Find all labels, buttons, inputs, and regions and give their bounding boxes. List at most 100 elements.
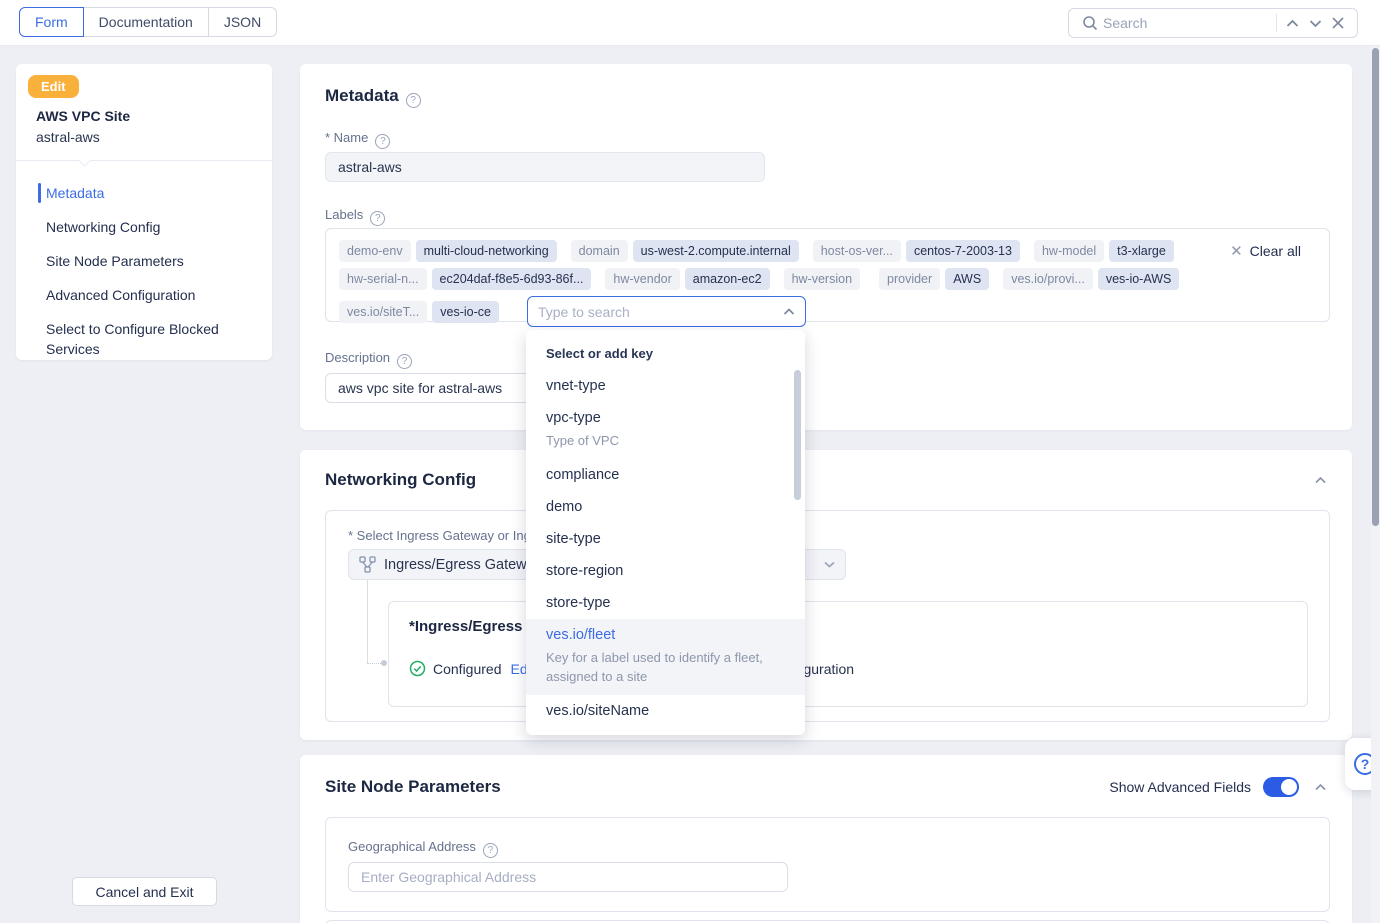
collapse-chevron-icon[interactable] [1311, 468, 1330, 491]
page-scrollbar [1371, 46, 1380, 923]
metadata-section: Metadata? * Name? Labels? demo-envmulti-… [300, 64, 1352, 430]
label-value-chip[interactable]: ves-io-ce [432, 301, 499, 323]
tab-json[interactable]: JSON [208, 7, 277, 37]
search-input[interactable] [1103, 15, 1272, 31]
label-value-chip[interactable]: AWS [945, 268, 989, 290]
name-label: * Name [325, 130, 368, 145]
connector-dot [381, 660, 387, 666]
label-key-chip[interactable]: provider [879, 268, 940, 290]
dropdown-item-vnet-type[interactable]: vnet-type [526, 370, 805, 402]
object-type-title: AWS VPC Site [36, 108, 130, 124]
name-help-icon[interactable]: ? [375, 134, 390, 149]
label-key-chip[interactable]: hw-model [1034, 240, 1104, 262]
top-bar: FormDocumentationJSON [0, 0, 1380, 46]
label-key-dropdown: Select or add key vnet-typevpc-typeType … [526, 330, 805, 735]
label-key-chip[interactable]: host-os-ver... [813, 240, 901, 262]
sidebar-item-networking-config[interactable]: Networking Config [16, 210, 272, 244]
edit-badge: Edit [28, 75, 79, 98]
label-search-input[interactable] [538, 304, 783, 320]
networking-heading: Networking Config [325, 470, 476, 490]
object-name: astral-aws [36, 129, 100, 145]
label-key-chip[interactable]: ves.io/siteT... [339, 301, 427, 323]
label-pair: hw-vendor amazon-ec2 [605, 268, 769, 290]
label-value-chip[interactable]: centos-7-2003-13 [906, 240, 1020, 262]
search-prev-button[interactable] [1281, 19, 1304, 28]
label-key-chip[interactable]: domain [571, 240, 628, 262]
geographical-address-input[interactable] [348, 862, 788, 892]
search-box [1068, 8, 1358, 38]
description-help-icon[interactable]: ? [397, 354, 412, 369]
metadata-heading: Metadata [325, 86, 399, 105]
search-close-icon[interactable] [1327, 17, 1349, 29]
sidebar-item-site-node-parameters[interactable]: Site Node Parameters [16, 244, 272, 278]
label-value-chip[interactable]: multi-cloud-networking [416, 240, 557, 262]
dropdown-item-ves-io-sitename[interactable]: ves.io/siteName [526, 695, 805, 727]
clear-all-label: Clear all [1250, 243, 1301, 259]
label-value-chip[interactable]: amazon-ec2 [685, 268, 770, 290]
dropdown-header: Select or add key [526, 339, 805, 370]
label-key-dropdown-list: vnet-typevpc-typeType of VPCcompliancede… [526, 370, 805, 727]
divider [16, 160, 272, 161]
site-node-heading: Site Node Parameters [325, 777, 501, 797]
label-value-chip[interactable]: ves-io-AWS [1098, 268, 1180, 290]
labels-box: demo-envmulti-cloud-networking domainus-w… [325, 228, 1330, 322]
cancel-and-exit-button[interactable]: Cancel and Exit [72, 877, 217, 906]
name-input[interactable] [325, 152, 765, 182]
label-value-chip[interactable]: ec204daf-f8e5-6d93-86f... [432, 268, 592, 290]
show-advanced-fields-toggle[interactable] [1263, 777, 1299, 797]
label-pair: domainus-west-2.compute.internal [571, 240, 799, 262]
label-value-chip[interactable]: us-west-2.compute.internal [633, 240, 799, 262]
label-pair: providerAWS [879, 268, 989, 290]
dropdown-item-ves-io-fleet[interactable]: ves.io/fleetKey for a label used to iden… [526, 619, 805, 695]
chevron-down-icon [824, 561, 835, 568]
search-next-button[interactable] [1304, 19, 1327, 28]
sidebar-item-advanced-configuration[interactable]: Advanced Configuration [16, 278, 272, 312]
label-pair: ves.io/siteT...ves-io-ce [339, 301, 499, 323]
collapse-chevron-icon[interactable] [1311, 775, 1330, 798]
page-scrollbar-thumb[interactable] [1372, 48, 1379, 526]
description-label: Description [325, 350, 390, 365]
label-key-chip[interactable]: hw-vendor [605, 268, 679, 290]
labels-chips: demo-envmulti-cloud-networking domainus-w… [339, 240, 1316, 327]
dropdown-item-compliance[interactable]: compliance [526, 459, 805, 491]
label-value-chip[interactable]: t3-xlarge [1109, 240, 1174, 262]
sidebar-nav: MetadataNetworking ConfigSite Node Param… [16, 176, 272, 366]
show-advanced-fields-label: Show Advanced Fields [1109, 779, 1251, 795]
dropdown-item-vpc-type[interactable]: vpc-typeType of VPC [526, 402, 805, 459]
dropdown-item-site-type[interactable]: site-type [526, 523, 805, 555]
chevron-up-icon[interactable] [783, 308, 795, 316]
labels-help-icon[interactable]: ? [370, 211, 385, 226]
label-pair: hw-serial-n...ec204daf-f8e5-6d93-86f... [339, 268, 591, 290]
dropdown-item-demo[interactable]: demo [526, 491, 805, 523]
sidebar-item-select-to-configure-blocked-services[interactable]: Select to Configure Blocked Services [16, 312, 272, 366]
site-node-inner-box: Geographical Address? [325, 817, 1330, 912]
tab-documentation[interactable]: Documentation [83, 7, 209, 37]
label-key-chip[interactable]: ves.io/provi... [1003, 268, 1093, 290]
status-configured: Configured [433, 661, 502, 677]
label-pair: host-os-ver...centos-7-2003-13 [813, 240, 1020, 262]
networking-config-section: Networking Config * Select Ingress Gatew… [300, 450, 1352, 740]
label-pair: ves.io/provi...ves-io-AWS [1003, 268, 1179, 290]
label-key-chip[interactable]: hw-version [784, 268, 860, 290]
connector-line [367, 580, 368, 663]
check-circle-icon [409, 660, 426, 677]
metadata-help-icon[interactable]: ? [406, 93, 421, 108]
tab-form[interactable]: Form [19, 7, 84, 37]
divider [1276, 14, 1277, 32]
sidebar-item-metadata[interactable]: Metadata [16, 176, 272, 210]
search-icon [1077, 15, 1103, 31]
labels-label: Labels [325, 207, 363, 222]
dropdown-scrollbar-thumb[interactable] [794, 370, 801, 500]
label-key-chip[interactable]: demo-env [339, 240, 411, 262]
tab-bar: FormDocumentationJSON [19, 7, 277, 37]
dropdown-item-store-region[interactable]: store-region [526, 555, 805, 587]
networking-inner-box: * Select Ingress Gateway or Ingress/Egre… [325, 510, 1330, 722]
geo-address-help-icon[interactable]: ? [483, 843, 498, 858]
label-pair: hw-version [784, 268, 865, 290]
label-key-chip[interactable]: hw-serial-n... [339, 268, 427, 290]
dropdown-item-store-type[interactable]: store-type [526, 587, 805, 619]
label-pair: demo-envmulti-cloud-networking [339, 240, 557, 262]
gateway-icon [359, 556, 376, 573]
sidebar-panel: Edit AWS VPC Site astral-aws MetadataNet… [16, 64, 272, 360]
clear-all-button[interactable]: ✕ Clear all [1230, 242, 1301, 260]
